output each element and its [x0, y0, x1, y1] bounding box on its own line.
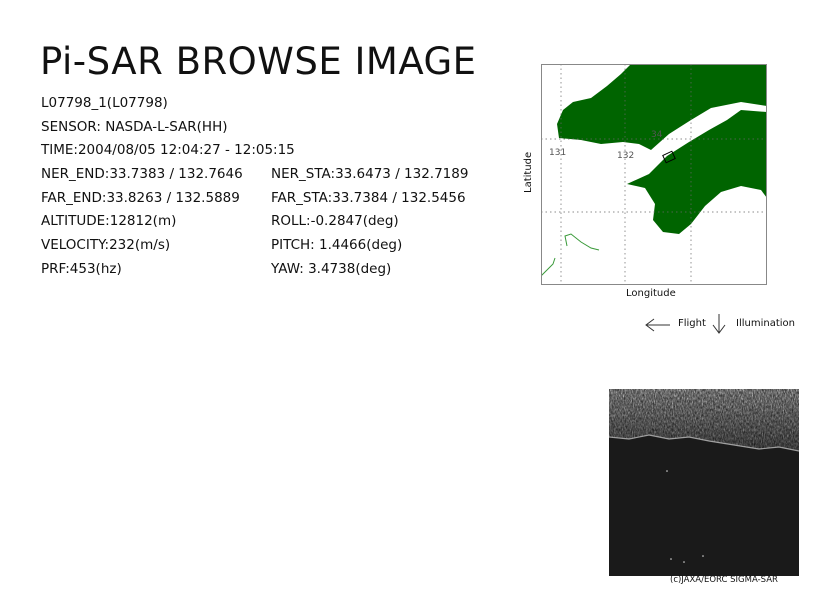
far-end-info: FAR_END:33.8263 / 132.5889 — [41, 190, 240, 206]
map-x-label: Longitude — [626, 288, 676, 299]
lon-tick-132: 132 — [617, 151, 634, 161]
sar-image-render — [609, 389, 799, 576]
illumination-label: Illumination — [736, 318, 795, 329]
sensor-info: SENSOR: NASDA-L-SAR(HH) — [41, 119, 228, 135]
velocity-info: VELOCITY:232(m/s) — [41, 237, 171, 253]
flight-label: Flight — [678, 318, 706, 329]
altitude-info: ALTITUDE:12812(m) — [41, 213, 177, 229]
ner-sta-info: NER_STA:33.6473 / 132.7189 — [271, 166, 469, 182]
map-y-label: Latitude — [523, 151, 534, 193]
roll-info: ROLL:-0.2847(deg) — [271, 213, 399, 229]
yaw-info: YAW: 3.4738(deg) — [271, 261, 392, 277]
map-river — [564, 233, 600, 251]
prf-info: PRF:453(hz) — [41, 261, 122, 277]
map-river — [541, 257, 556, 277]
lon-tick-131: 131 — [549, 148, 566, 158]
sar-browse-image — [609, 389, 799, 576]
ner-end-info: NER_END:33.7383 / 132.7646 — [41, 166, 243, 182]
time-info: TIME:2004/08/05 12:04:27 - 12:05:15 — [41, 142, 295, 158]
lat-tick-34: 34 — [651, 130, 663, 140]
arrow-down-icon — [712, 314, 726, 334]
copyright-text: (c)JAXA/EORC SIGMA-SAR — [670, 575, 778, 585]
arrow-left-icon — [645, 318, 670, 332]
far-sta-info: FAR_STA:33.7384 / 132.5456 — [271, 190, 466, 206]
scene-id: L07798_1(L07798) — [41, 95, 168, 111]
pitch-info: PITCH: 1.4466(deg) — [271, 237, 403, 253]
location-map: 34 131 132 — [541, 64, 767, 285]
page-title: Pi-SAR BROWSE IMAGE — [40, 40, 477, 83]
